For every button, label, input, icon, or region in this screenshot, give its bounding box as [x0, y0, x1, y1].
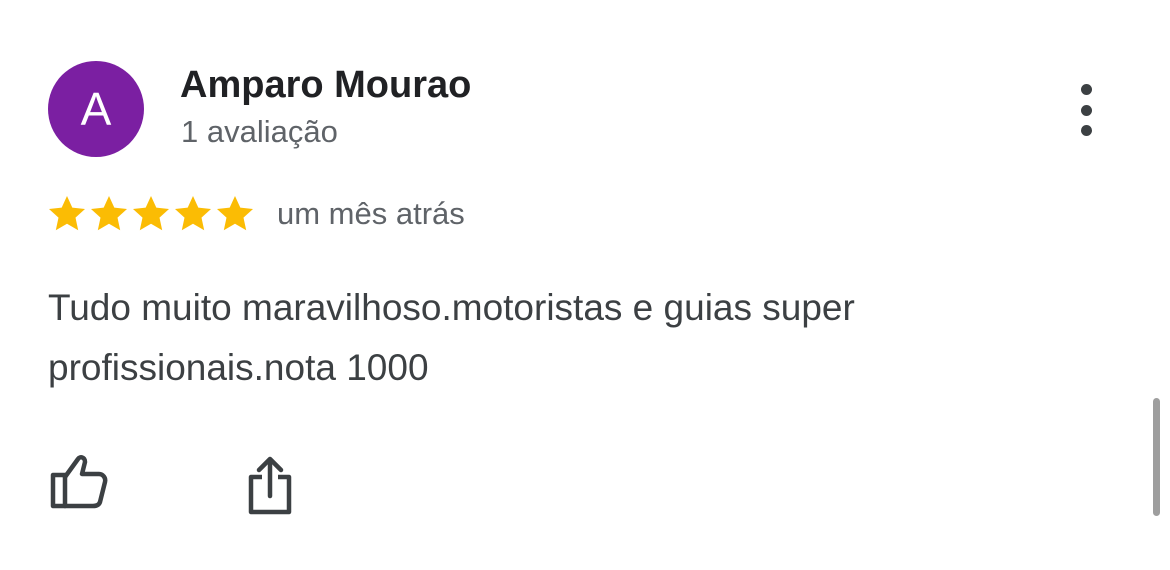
star-icon: [89, 194, 129, 234]
share-button[interactable]: [244, 454, 296, 516]
review-date: um mês atrás: [277, 196, 465, 231]
star-icon: [47, 194, 87, 234]
star-rating: [47, 194, 255, 234]
star-icon: [173, 194, 213, 234]
share-icon: [248, 456, 292, 515]
review-text-line: Tudo muito maravilhoso.motoristas e guia…: [48, 287, 855, 328]
star-icon: [131, 194, 171, 234]
more-options-button[interactable]: [1064, 80, 1108, 140]
star-icon: [215, 194, 255, 234]
review-card: A Amparo Mourao 1 avaliação um mês atrás…: [0, 0, 1170, 570]
review-text: Tudo muito maravilhoso.motoristas e guia…: [48, 278, 1048, 398]
more-vert-icon-dot: [1080, 125, 1092, 136]
author-name[interactable]: Amparo Mourao: [180, 64, 471, 107]
more-vert-icon-dot: [1080, 104, 1092, 116]
avatar[interactable]: A: [48, 61, 144, 157]
thumbs-up-icon: [50, 455, 108, 509]
like-button[interactable]: [48, 452, 110, 512]
author-review-count: 1 avaliação: [181, 114, 338, 149]
scrollbar[interactable]: [1153, 398, 1160, 516]
avatar-initial: A: [80, 83, 112, 135]
more-vert-icon: [1080, 84, 1092, 95]
review-text-line: profissionais.nota 1000: [48, 347, 429, 388]
